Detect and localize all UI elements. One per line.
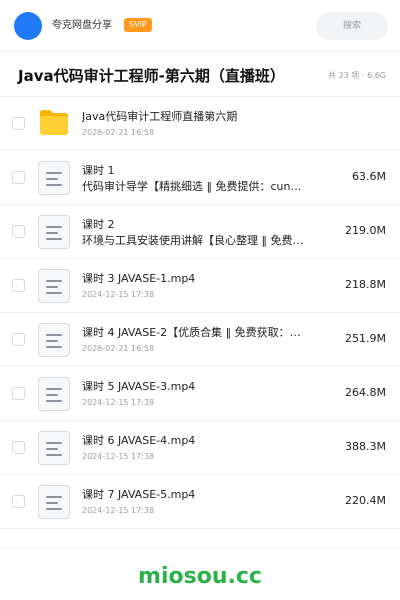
row-checkbox[interactable] <box>12 387 25 400</box>
file-name[interactable]: 课时 6 JAVASE-4.mp4 <box>82 433 310 448</box>
file-date: 2026-02-21 16:58 <box>82 344 155 353</box>
file-size: 388.3M <box>345 440 386 453</box>
file-row[interactable]: 课时 1 代码审计导学【精挑细选 ‖ 免费提供：cun… 63.6M <box>0 151 400 205</box>
file-size: 219.0M <box>345 224 386 237</box>
row-checkbox[interactable] <box>12 225 25 238</box>
file-size: 251.9M <box>345 332 386 345</box>
top-bar: 夸克网盘分享 SVIP 搜索 <box>0 0 400 52</box>
file-subtitle: 代码审计导学【精挑细选 ‖ 免费提供：cun… <box>82 180 302 193</box>
file-name[interactable]: 课时 7 JAVASE-5.mp4 <box>82 487 310 502</box>
file-date: 2024-12-15 17:38 <box>82 452 155 461</box>
file-date: 2024-12-15 17:38 <box>82 506 155 515</box>
folder-header: Java代码审计工程师-第六期（直播班） 共 23 项 · 6.6G <box>0 56 400 96</box>
row-checkbox[interactable] <box>12 171 25 184</box>
page-title: Java代码审计工程师-第六期（直播班） <box>18 67 285 85</box>
document-icon <box>38 431 70 465</box>
file-name[interactable]: 课时 2 <box>82 217 310 232</box>
file-name[interactable]: 课时 5 JAVASE-3.mp4 <box>82 379 310 394</box>
row-checkbox[interactable] <box>12 279 25 292</box>
watermark: miosou.cc <box>138 564 262 589</box>
file-name[interactable]: 课时 3 JAVASE-1.mp4 <box>82 271 310 286</box>
file-date: 2024-12-15 17:38 <box>82 290 155 299</box>
file-size: 220.4M <box>345 494 386 507</box>
file-list: Java代码审计工程师直播第六期 2026-02-21 16:58 课时 1 代码审计… <box>0 96 400 529</box>
file-row[interactable]: 课时 5 JAVASE-3.mp4 2024-12-15 17:38 264.8M <box>0 367 400 421</box>
folder-icon <box>40 110 68 135</box>
document-icon <box>38 377 70 411</box>
file-row[interactable]: 课时 2 环境与工具安装使用讲解【良心整理 ‖ 免费… 219.0M <box>0 205 400 259</box>
document-icon <box>38 161 70 195</box>
file-row[interactable]: 课时 6 JAVASE-4.mp4 2024-12-15 17:38 388.3M <box>0 421 400 475</box>
avatar[interactable] <box>14 12 42 40</box>
document-icon <box>38 323 70 357</box>
file-subtitle: 环境与工具安装使用讲解【良心整理 ‖ 免费… <box>82 234 304 247</box>
file-name[interactable]: 课时 1 <box>82 163 310 178</box>
share-owner-name: 夸克网盘分享 <box>52 20 112 31</box>
svip-badge: SVIP <box>124 18 152 32</box>
file-row[interactable]: Java代码审计工程师直播第六期 2026-02-21 16:58 <box>0 97 400 151</box>
row-checkbox[interactable] <box>12 117 25 130</box>
file-name[interactable]: 课时 4 JAVASE-2【优质合集 ‖ 免费获取：… <box>82 325 310 340</box>
file-size: 63.6M <box>352 170 386 183</box>
row-checkbox[interactable] <box>12 441 25 454</box>
file-date: 2024-12-15 17:38 <box>82 398 155 407</box>
row-checkbox[interactable] <box>12 333 25 346</box>
file-size: 264.8M <box>345 386 386 399</box>
file-row[interactable]: 课时 3 JAVASE-1.mp4 2024-12-15 17:38 218.8M <box>0 259 400 313</box>
file-name[interactable]: Java代码审计工程师直播第六期 <box>82 109 362 124</box>
document-icon <box>38 215 70 249</box>
document-icon <box>38 269 70 303</box>
file-size: 218.8M <box>345 278 386 291</box>
folder-meta: 共 23 项 · 6.6G <box>328 71 386 80</box>
file-row[interactable]: 课时 4 JAVASE-2【优质合集 ‖ 免费获取：… 2026-02-21 16… <box>0 313 400 367</box>
search-button[interactable]: 搜索 <box>316 12 388 40</box>
file-row[interactable]: 课时 7 JAVASE-5.mp4 2024-12-15 17:38 220.4M <box>0 475 400 529</box>
row-checkbox[interactable] <box>12 495 25 508</box>
document-icon <box>38 485 70 519</box>
file-date: 2026-02-21 16:58 <box>82 128 155 137</box>
footer: miosou.cc <box>0 548 400 600</box>
